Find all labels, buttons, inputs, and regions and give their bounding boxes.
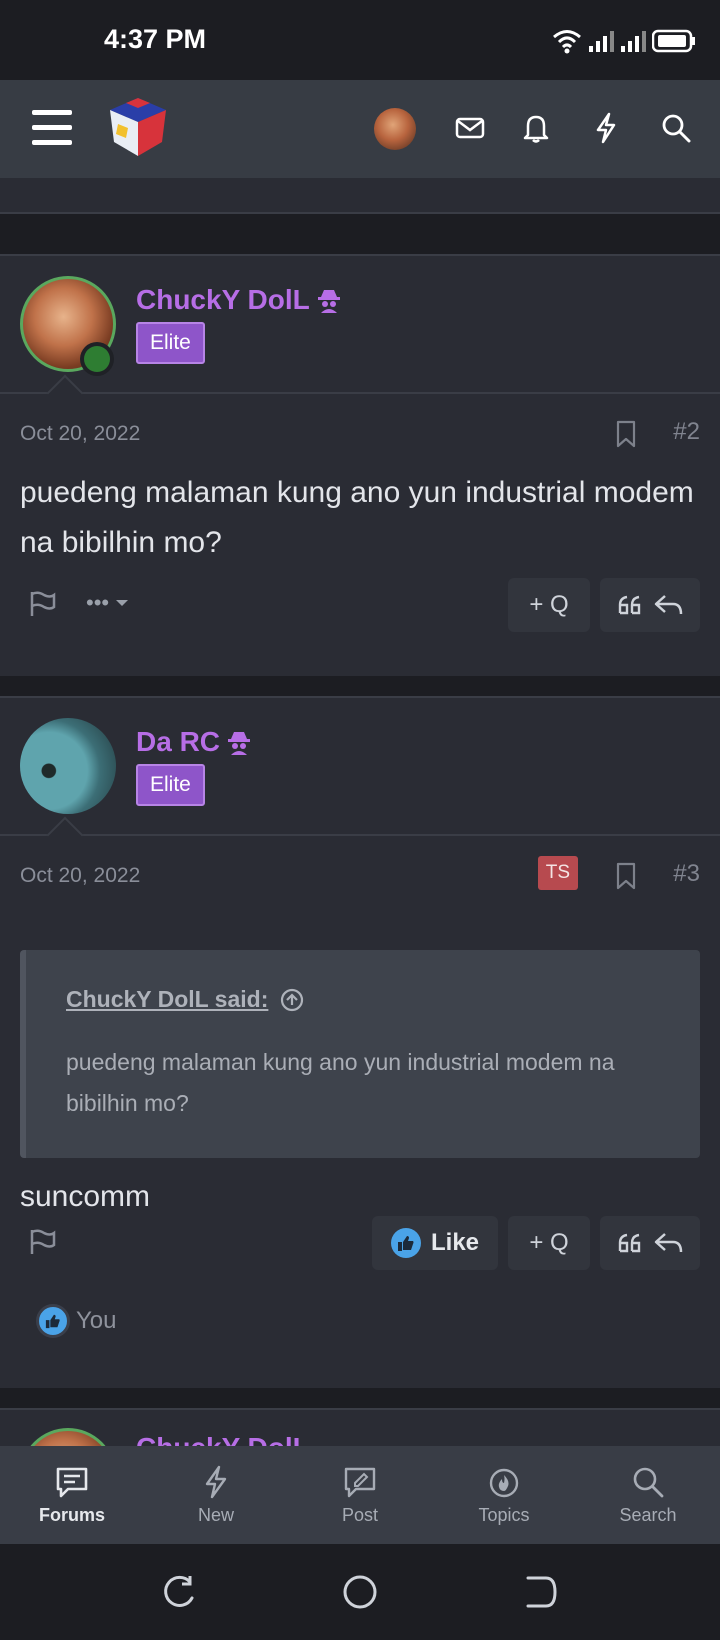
spy-icon [228, 732, 251, 755]
post-avatar[interactable] [20, 718, 116, 814]
quote-block: ChuckY DolL said: puedeng malaman kung a… [20, 950, 700, 1158]
tab-forums[interactable]: Forums [0, 1446, 144, 1544]
post-number[interactable]: #2 [673, 418, 700, 446]
post-username[interactable]: ChuckY DolL [136, 284, 342, 316]
post-message: suncomm [20, 1180, 151, 1213]
post-3: Da RC Elite Oct 20, 2022 TS #3 ChuckY Do… [0, 696, 720, 1388]
status-icons [552, 26, 696, 56]
like-label: Like [430, 1229, 480, 1256]
post-4: ChuckY DolL [0, 1408, 720, 1448]
reply-arrow-icon [654, 1233, 683, 1253]
header-notch [46, 816, 84, 854]
post-avatar[interactable] [20, 1428, 116, 1448]
multi-quote-label: + Q [529, 591, 569, 618]
back-icon[interactable] [520, 1572, 560, 1612]
post-header: Da RC Elite [0, 698, 720, 854]
signal-icon [589, 31, 614, 52]
recents-icon[interactable] [160, 1572, 200, 1612]
chat-icon [56, 1467, 88, 1497]
post-number[interactable]: #3 [673, 860, 700, 888]
hamburger-icon[interactable] [32, 110, 72, 146]
reply-arrow-icon [654, 595, 683, 615]
reaction-users: You [76, 1307, 117, 1334]
home-icon[interactable] [340, 1572, 380, 1612]
tab-label: New [197, 1504, 234, 1525]
user-badge: Elite [136, 322, 205, 364]
thumbs-up-icon [390, 1228, 421, 1258]
mail-icon[interactable] [452, 110, 488, 146]
user-avatar[interactable] [374, 108, 416, 150]
post-message: puedeng malaman kung ano yun industrial … [20, 476, 694, 559]
tab-label: Forums [38, 1504, 105, 1525]
system-nav-bar [0, 1544, 720, 1640]
more-dots: ••• [86, 590, 110, 615]
username-text: ChuckY DolL [136, 284, 310, 315]
lightning-icon [205, 1465, 227, 1498]
post-date[interactable]: Oct 20, 2022 [20, 422, 140, 446]
post-header: ChuckY DolL Elite [0, 256, 720, 412]
tab-search[interactable]: Search [576, 1446, 720, 1544]
status-time: 4:37 PM [104, 24, 207, 54]
like-button[interactable]: Like [372, 1216, 498, 1270]
quote-author-link[interactable]: ChuckY DolL said: [66, 986, 304, 1013]
quote-text: puedeng malaman kung ano yun industrial … [66, 1049, 615, 1116]
reaction-summary[interactable]: You [36, 1304, 117, 1338]
edit-icon [344, 1467, 376, 1497]
report-flag-icon[interactable] [28, 1228, 58, 1256]
spy-icon [317, 290, 340, 313]
username-text: Da RC [136, 726, 221, 757]
status-bar: 4:37 PM [0, 0, 720, 80]
bell-icon[interactable] [518, 110, 554, 146]
page-spacer [0, 178, 720, 214]
bookmark-icon[interactable] [614, 420, 638, 448]
multi-quote-button[interactable]: + Q [508, 1216, 590, 1270]
tab-label: Post [341, 1504, 379, 1525]
post-date[interactable]: Oct 20, 2022 [20, 864, 140, 888]
tab-topics[interactable]: Topics [432, 1446, 576, 1544]
tab-post[interactable]: Post [288, 1446, 432, 1544]
search-icon[interactable] [658, 110, 694, 146]
thumbs-up-icon [36, 1304, 70, 1338]
multi-quote-button[interactable]: + Q [508, 578, 590, 632]
tab-label: Search [619, 1504, 677, 1525]
post-2: ChuckY DolL Elite Oct 20, 2022 #2 pueden… [0, 254, 720, 676]
tab-new[interactable]: New [144, 1446, 288, 1544]
site-logo[interactable] [104, 94, 172, 162]
lightning-icon[interactable] [588, 110, 624, 146]
search-icon [633, 1467, 664, 1497]
battery-icon [652, 29, 695, 53]
more-options-menu[interactable]: ••• [86, 590, 129, 616]
flame-icon [489, 1468, 519, 1497]
reply-button[interactable] [600, 1216, 700, 1270]
bottom-tab-bar: Forums New Post Topics Search [0, 1446, 720, 1544]
wifi-icon [553, 30, 581, 54]
arrow-up-circle-icon[interactable] [280, 988, 304, 1012]
quote-marks-icon [618, 595, 641, 615]
report-flag-icon[interactable] [28, 590, 58, 618]
tab-label: Topics [478, 1504, 530, 1525]
post-username[interactable]: Da RC [136, 726, 252, 758]
signal-icon-2 [621, 31, 646, 52]
reply-button[interactable] [600, 578, 700, 632]
thread-starter-badge: TS [537, 856, 578, 890]
top-nav [0, 80, 720, 178]
online-status-icon [80, 342, 114, 376]
quote-marks-icon [618, 1233, 641, 1253]
user-badge: Elite [136, 764, 205, 806]
header-notch [46, 374, 84, 412]
multi-quote-label: + Q [529, 1229, 569, 1256]
bookmark-icon[interactable] [614, 862, 638, 890]
chevron-down-icon [116, 600, 129, 606]
quote-author-text: ChuckY DolL said: [66, 986, 269, 1012]
